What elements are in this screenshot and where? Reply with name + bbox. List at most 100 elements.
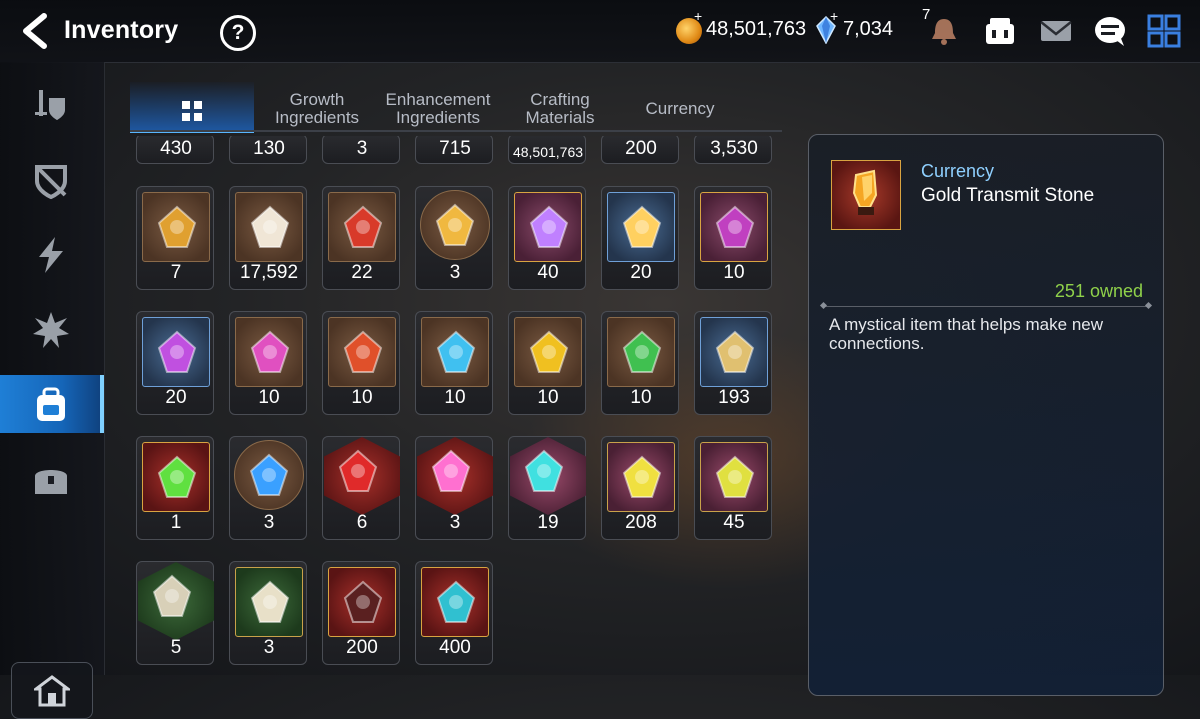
sidebar-item-storage[interactable] [0, 450, 104, 508]
bell-icon[interactable] [926, 14, 962, 48]
inventory-slot[interactable]: 10 [508, 311, 586, 415]
item-highlight [351, 464, 365, 478]
inventory-slot[interactable]: 40 [508, 186, 586, 290]
item-count: 200 [625, 138, 657, 159]
inventory-slot[interactable]: 715 [415, 136, 493, 164]
inventory-slot[interactable]: 10 [415, 311, 493, 415]
inventory-slot[interactable]: 200 [322, 561, 400, 665]
inventory-slot[interactable]: 20 [136, 311, 214, 415]
item-highlight [449, 595, 463, 609]
inventory-slot[interactable]: 10 [322, 311, 400, 415]
tab-all[interactable] [130, 82, 254, 133]
item-count: 7 [170, 262, 182, 283]
lightning-icon [39, 237, 63, 273]
slot-frame: 19 [508, 436, 586, 540]
crystal-amount: 7,034 [843, 18, 894, 40]
item-count: 430 [160, 138, 192, 159]
inventory-slot[interactable]: 400 [415, 561, 493, 665]
slot-frame: 20 [601, 186, 679, 290]
burst-icon [33, 312, 69, 348]
inventory-slot[interactable]: 3,530 [694, 136, 772, 164]
item-count: 22 [351, 262, 373, 283]
sidebar-item-unequipped[interactable] [0, 151, 104, 209]
item-highlight [356, 220, 370, 234]
inventory-slot[interactable]: 7 [136, 186, 214, 290]
inventory-slot[interactable]: 3 [322, 136, 400, 164]
item-count: 10 [630, 387, 652, 408]
lobby-button[interactable] [11, 662, 93, 719]
item-highlight [170, 220, 184, 234]
tab-enhancement-ingredients[interactable]: Enhancement Ingredients [380, 82, 496, 130]
add-gold-icon[interactable]: + [694, 8, 702, 24]
slot-frame: 10 [322, 311, 400, 415]
item-count: 20 [165, 387, 187, 408]
inventory-slot[interactable]: 10 [601, 311, 679, 415]
fish-branch-icon [700, 317, 768, 387]
item-highlight [263, 220, 277, 234]
slot-frame: 715 [415, 136, 493, 164]
item-description: A mystical item that helps make new conn… [829, 315, 1104, 353]
inventory-slot[interactable]: 3 [229, 436, 307, 540]
sidebar-item-artifacts[interactable] [0, 225, 104, 283]
slot-frame: 22 [322, 186, 400, 290]
inventory-slot[interactable]: 430 [136, 136, 214, 164]
blue-circuit-icon [234, 440, 304, 510]
item-highlight [170, 470, 184, 484]
blue-crystal-icon [421, 567, 489, 637]
inventory-slot[interactable]: 208 [601, 436, 679, 540]
slot-frame: 48,501,763 [508, 136, 586, 164]
purple-triangle-rune-icon [142, 317, 210, 387]
inventory-slot[interactable]: 3 [415, 436, 493, 540]
inventory-slot[interactable]: 193 [694, 311, 772, 415]
item-count: 130 [253, 138, 285, 159]
tab-crafting-label-1: Crafting [530, 90, 590, 109]
item-count: 400 [439, 637, 471, 658]
inventory-slot[interactable]: 17,592 [229, 186, 307, 290]
add-crystal-icon[interactable]: + [830, 8, 838, 24]
inventory-slot[interactable]: 5 [136, 561, 214, 665]
slot-frame: 3 [229, 436, 307, 540]
slot-frame: 200 [601, 136, 679, 164]
tab-growth-ingredients[interactable]: Growth Ingredients [260, 82, 374, 130]
sidebar-item-materials[interactable] [0, 375, 104, 433]
yellow-hammer-stone-icon [607, 442, 675, 512]
tab-crafting-materials[interactable]: Crafting Materials [504, 82, 616, 130]
inventory-slot[interactable]: 20 [601, 186, 679, 290]
help-button[interactable]: ? [220, 15, 256, 51]
inventory-slot[interactable]: 10 [694, 186, 772, 290]
tab-divider [130, 130, 782, 132]
inventory-slot[interactable]: 3 [229, 561, 307, 665]
inventory-slot[interactable]: 3 [415, 186, 493, 290]
shop-icon[interactable] [982, 14, 1018, 48]
tab-currency[interactable]: Currency [624, 82, 736, 130]
inventory-slot[interactable]: 200 [601, 136, 679, 164]
inventory-slot[interactable]: 45 [694, 436, 772, 540]
treasure-chest-icon [35, 470, 67, 494]
banner-icon [142, 192, 210, 262]
owned-count: 251 owned [1054, 281, 1143, 301]
red-gem-icon [324, 437, 400, 515]
inventory-slot[interactable]: 130 [229, 136, 307, 164]
inventory-slot[interactable]: 10 [229, 311, 307, 415]
item-highlight [356, 595, 370, 609]
sidebar-item-equipment[interactable] [0, 76, 104, 134]
item-highlight [542, 220, 556, 234]
inventory-slot[interactable]: 19 [508, 436, 586, 540]
mail-icon[interactable] [1038, 14, 1074, 48]
item-count: 3 [263, 512, 275, 533]
slot-frame: 6 [322, 436, 400, 540]
inventory-slot[interactable]: 1 [136, 436, 214, 540]
slot-frame: 40 [508, 186, 586, 290]
item-highlight [170, 345, 184, 359]
top-bar: Inventory ? + 48,501,763 + 7,034 7 [0, 0, 1200, 63]
inventory-slot[interactable]: 6 [322, 436, 400, 540]
chat-icon[interactable] [1092, 14, 1128, 48]
slot-frame: 10 [508, 311, 586, 415]
item-count: 3 [356, 138, 368, 159]
sidebar-item-catalysts[interactable] [0, 300, 104, 358]
inventory-slot[interactable]: 48,501,763 [508, 136, 586, 164]
menu-grid-icon[interactable] [1146, 14, 1182, 48]
back-arrow-icon[interactable] [18, 12, 52, 50]
inventory-slot[interactable]: 22 [322, 186, 400, 290]
tab-crafting-label-2: Materials [525, 108, 595, 127]
